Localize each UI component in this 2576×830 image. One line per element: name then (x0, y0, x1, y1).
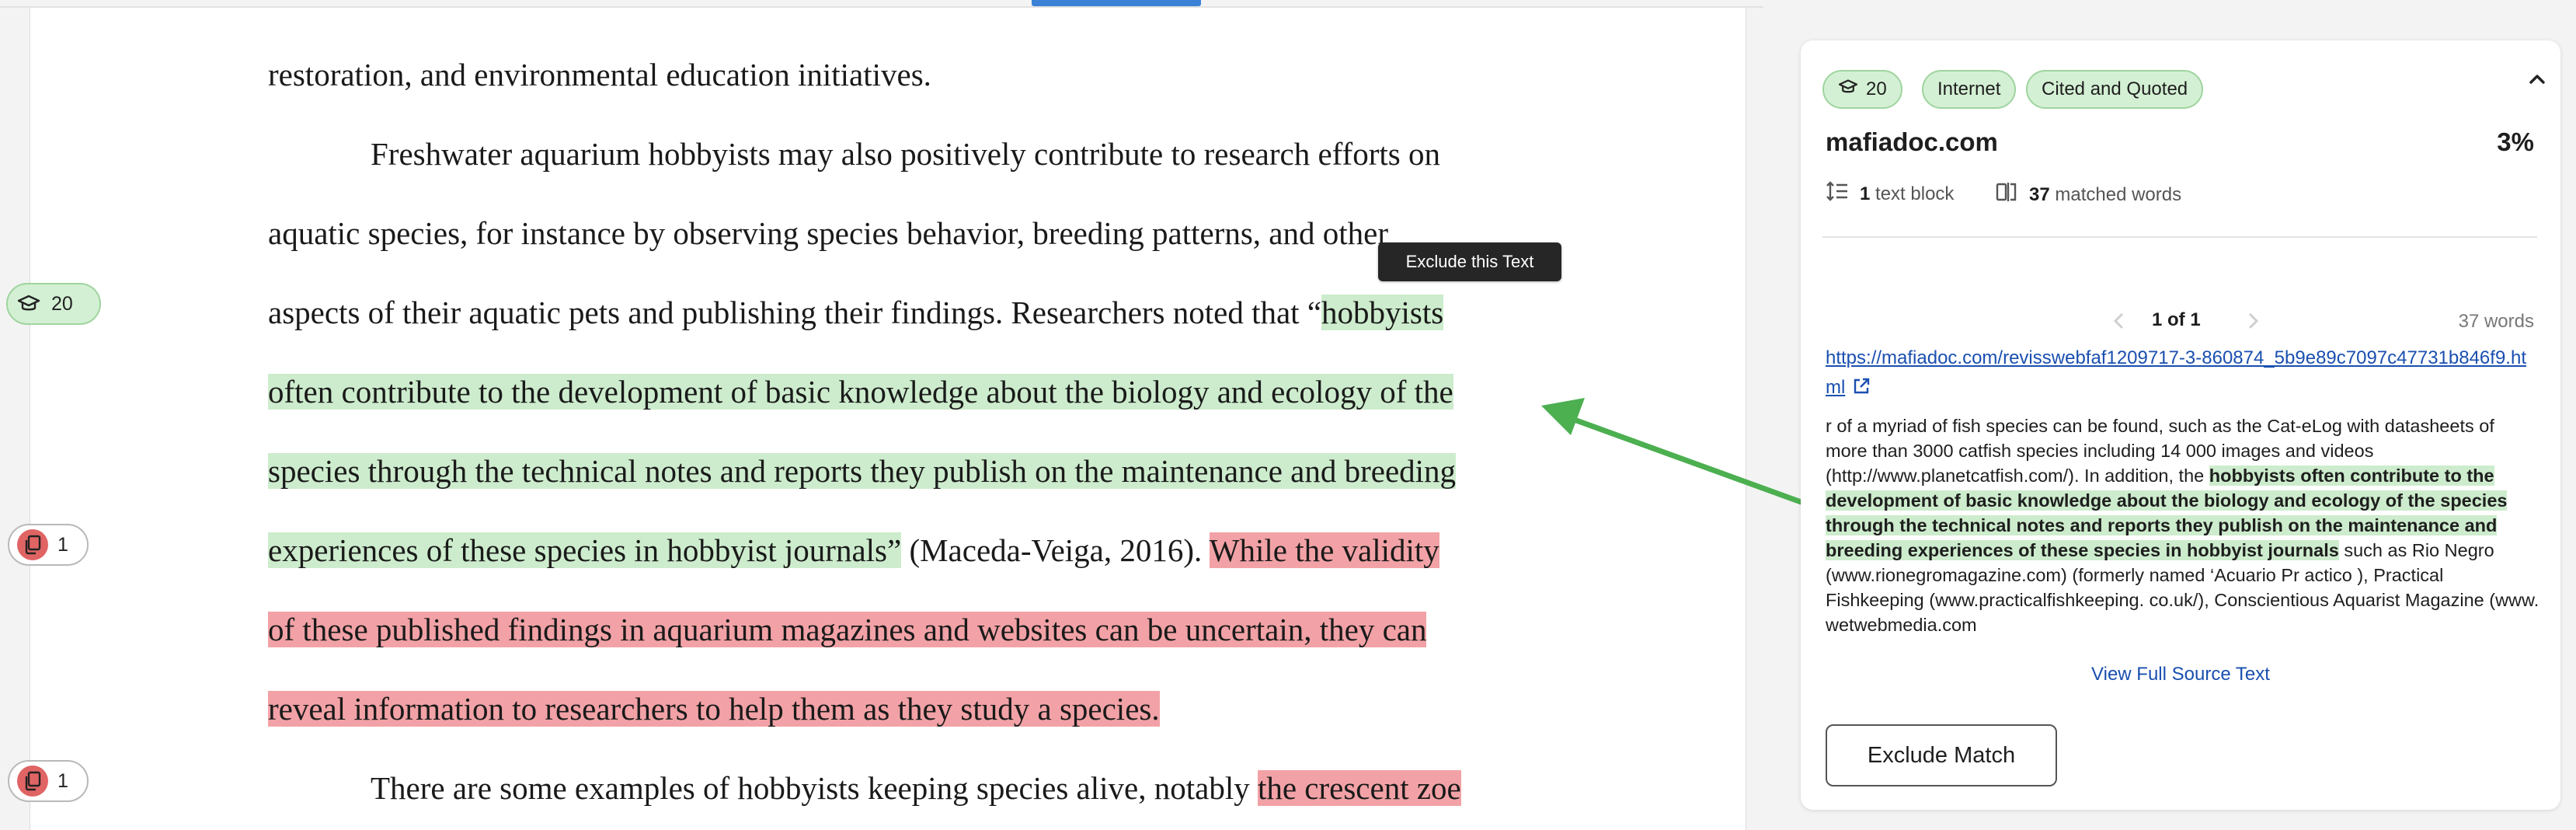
line-text: (Maceda-Veiga, 2016). (901, 532, 1210, 568)
panel-divider (1822, 236, 2537, 238)
word-count: 37 words (2458, 311, 2534, 332)
source-url-text[interactable]: https://mafiadoc.com/revisswebfaf1209717… (1826, 347, 2526, 398)
pill-label: Internet (1937, 78, 2001, 99)
source-name: mafiadoc.com (1826, 127, 1998, 156)
flagged-text-highlight[interactable]: While the validity (1209, 532, 1439, 568)
doc-line-7: experiences of these species in hobbyist… (268, 518, 1439, 583)
active-tab-indicator[interactable] (1032, 0, 1201, 6)
exclude-match-button[interactable]: Exclude Match (1826, 724, 2057, 786)
matched-text-highlight[interactable]: often contribute to the development of b… (268, 374, 1453, 410)
matched-words-count: 37 matched words (1995, 180, 2181, 209)
flag-badge[interactable]: 1 (8, 524, 89, 566)
badge-count: 1 (57, 769, 68, 792)
category-pill: Cited and Quoted (2026, 70, 2204, 109)
matched-text-highlight[interactable]: species through the technical notes and … (268, 453, 1457, 489)
line-spacing-icon (1826, 180, 1849, 208)
flagged-text-highlight[interactable]: the crescent zoe (1257, 770, 1461, 806)
line-text: There are some examples of hobbyists kee… (371, 770, 1258, 806)
flagged-text-highlight[interactable]: reveal information to researchers to hel… (268, 691, 1160, 727)
source-url-link[interactable]: https://mafiadoc.com/revisswebfaf1209717… (1826, 344, 2540, 403)
doc-line-10: There are some examples of hobbyists kee… (371, 755, 1461, 821)
matched-text-highlight[interactable]: hobbyists (1321, 295, 1444, 330)
exclude-text-tooltip[interactable]: Exclude this Text (1378, 242, 1561, 281)
external-link-icon[interactable] (1851, 376, 1871, 396)
flagged-text-highlight[interactable]: of these published findings in aquarium … (268, 612, 1427, 647)
doc-line-5: often contribute to the development of b… (268, 359, 1453, 424)
doc-line-6: species through the technical notes and … (268, 438, 1457, 504)
line-text: restoration, and environmental education… (268, 57, 931, 92)
text-block-number: 1 (1860, 183, 1871, 204)
graduation-cap-icon (16, 291, 42, 317)
chevron-up-icon[interactable] (2522, 64, 2553, 95)
pill-label: Cited and Quoted (2042, 78, 2188, 99)
view-full-source-link[interactable]: View Full Source Text (1801, 664, 2560, 685)
line-text: aquatic species, for instance by observi… (268, 215, 1388, 251)
doc-line-4: aspects of their aquatic pets and publis… (268, 280, 1444, 345)
pager-label: 1 of 1 (2152, 309, 2201, 330)
copy-flag-icon (17, 529, 48, 560)
matched-text-highlight[interactable]: experiences of these species in hobbyist… (268, 532, 902, 568)
match-count-pill: 20 (1822, 70, 1902, 109)
match-percent: 3% (2497, 127, 2534, 156)
match-group-badge[interactable]: 20 (6, 283, 101, 325)
doc-line-9: reveal information to researchers to hel… (268, 676, 1160, 741)
pill-label: 20 (1866, 78, 1887, 99)
copy-flag-icon (17, 765, 48, 797)
text-block-label: text block (1875, 183, 1955, 204)
flag-badge[interactable]: 1 (8, 760, 89, 802)
line-text: aspects of their aquatic pets and publis… (268, 295, 1322, 330)
match-detail-panel: 20 Internet Cited and Quoted mafiadoc.co… (1801, 40, 2560, 810)
source-excerpt: r of a myriad of fish species can be fou… (1826, 413, 2540, 637)
matched-words-label: matched words (2055, 183, 2182, 205)
source-type-pill: Internet (1922, 70, 2017, 109)
text-block-count: 1 text block (1826, 180, 1954, 208)
doc-line-2: Freshwater aquarium hobbyists may also p… (371, 121, 1440, 187)
document-page: restoration, and environmental education… (30, 8, 1746, 830)
doc-line-3: aquatic species, for instance by observi… (268, 201, 1388, 266)
badge-count: 1 (57, 533, 68, 556)
chevron-right-icon[interactable] (2242, 309, 2265, 333)
doc-line-1: restoration, and environmental education… (268, 42, 931, 107)
badge-count: 20 (51, 292, 73, 315)
compare-document-icon (1995, 180, 2018, 209)
line-text: Freshwater aquarium hobbyists may also p… (371, 136, 1440, 172)
matched-words-number: 37 (2029, 183, 2050, 205)
doc-line-8: of these published findings in aquarium … (268, 597, 1427, 662)
chevron-left-icon[interactable] (2107, 309, 2130, 333)
graduation-cap-icon (1838, 78, 1858, 101)
